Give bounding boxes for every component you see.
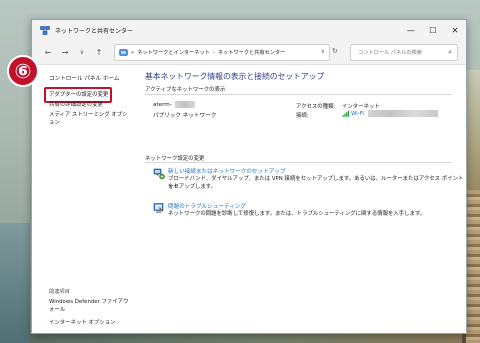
media-streaming-options-link[interactable]: メディア ストリーミング オプション (49, 110, 132, 126)
address-prefix: « (131, 49, 135, 56)
window-title: ネットワークと共有センター (55, 27, 134, 35)
close-button[interactable]: ✕ (444, 20, 466, 40)
control-panel-home-link[interactable]: コントロール パネル ホーム (49, 74, 120, 82)
network-name-redacted (175, 101, 195, 108)
forward-button[interactable]: → (58, 45, 72, 59)
window-controls: — ☐ ✕ (400, 20, 466, 40)
title-bar: ネットワークと共有センター — ☐ ✕ (32, 20, 466, 40)
back-button[interactable]: ← (41, 45, 55, 59)
network-name: aterm- (153, 102, 172, 108)
see-also-header: 関連項目 (49, 289, 70, 295)
change-settings-header: ネットワーク設定の変更 (145, 156, 205, 162)
troubleshoot-problems-desc: ネットワークの問題を診断して修復します。または、トラブルシューティングに関する情… (168, 211, 426, 217)
breadcrumb-network-internet[interactable]: ネットワークとインターネット (137, 49, 210, 56)
breadcrumb-sharing-center[interactable]: ネットワークと共有センター (218, 49, 285, 56)
page-title: 基本ネットワーク情報の表示と接続のセットアップ (145, 72, 325, 81)
step-number-badge: ⑥ (7, 55, 39, 87)
windows-defender-firewall-link[interactable]: Windows Defender ファイアウォール (49, 298, 129, 314)
advanced-sharing-settings-link[interactable]: 共有の詳細設定の変更 (49, 100, 103, 108)
search-box[interactable]: コントロール パネルの検索 ⌕ (350, 44, 458, 61)
main-content: 基本ネットワーク情報の表示と接続のセットアップ アクティブなネットワークの表示 … (142, 65, 466, 333)
up-button[interactable]: ↑ (92, 45, 106, 59)
control-panel-icon (119, 48, 128, 57)
maximize-button[interactable]: ☐ (422, 20, 444, 40)
wifi-connection-link[interactable]: Wi-Fi (351, 111, 364, 117)
control-panel-window: ネットワークと共有センター — ☐ ✕ ← → ∨ ↑ « ネットワークとインタ… (31, 19, 467, 334)
navigation-bar: ← → ∨ ↑ « ネットワークとインターネット › ネットワークと共有センター… (32, 40, 466, 65)
network-type: パブリック ネットワーク (153, 113, 217, 119)
section-divider (145, 162, 452, 163)
left-navigation-pane: コントロール パネル ホーム アダプターの設定の変更 共有の詳細設定の変更 メデ… (32, 65, 132, 333)
troubleshoot-icon (153, 202, 165, 214)
network-setup-icon (153, 168, 165, 180)
setup-new-connection-link[interactable]: 新しい接続またはネットワークのセットアップ (168, 167, 285, 175)
search-input[interactable]: コントロール パネルの検索 (358, 49, 448, 56)
ssid-redacted (368, 110, 438, 117)
wallpaper-shore (30, 333, 462, 343)
troubleshoot-problems-link[interactable]: 問題のトラブルシューティング (168, 202, 246, 210)
wifi-signal-icon (342, 110, 350, 117)
change-adapter-settings-link[interactable]: アダプターの設定の変更 (49, 90, 108, 98)
search-icon[interactable]: ⌕ (448, 48, 452, 57)
network-center-icon (40, 25, 50, 35)
wallpaper-sea (0, 223, 30, 343)
connection-label: 接続: (296, 113, 309, 119)
access-type-label: アクセスの種類: (296, 104, 336, 110)
address-dropdown-button[interactable]: ∨ (321, 48, 325, 55)
access-type-value: インターネット (342, 104, 380, 110)
minimize-button[interactable]: — (400, 20, 422, 40)
wallpaper-buildings (466, 190, 480, 343)
address-bar[interactable]: « ネットワークとインターネット › ネットワークと共有センター ∨ (114, 44, 330, 61)
refresh-button[interactable]: ↻ (332, 47, 338, 55)
internet-options-link[interactable]: インターネット オプション (49, 318, 115, 326)
active-networks-header: アクティブなネットワークの表示 (145, 87, 226, 93)
recent-locations-button[interactable]: ∨ (75, 45, 89, 59)
breadcrumb-separator: › (212, 49, 215, 56)
section-divider (145, 94, 452, 95)
setup-new-connection-desc-line2: ットアップします。 (168, 184, 216, 190)
